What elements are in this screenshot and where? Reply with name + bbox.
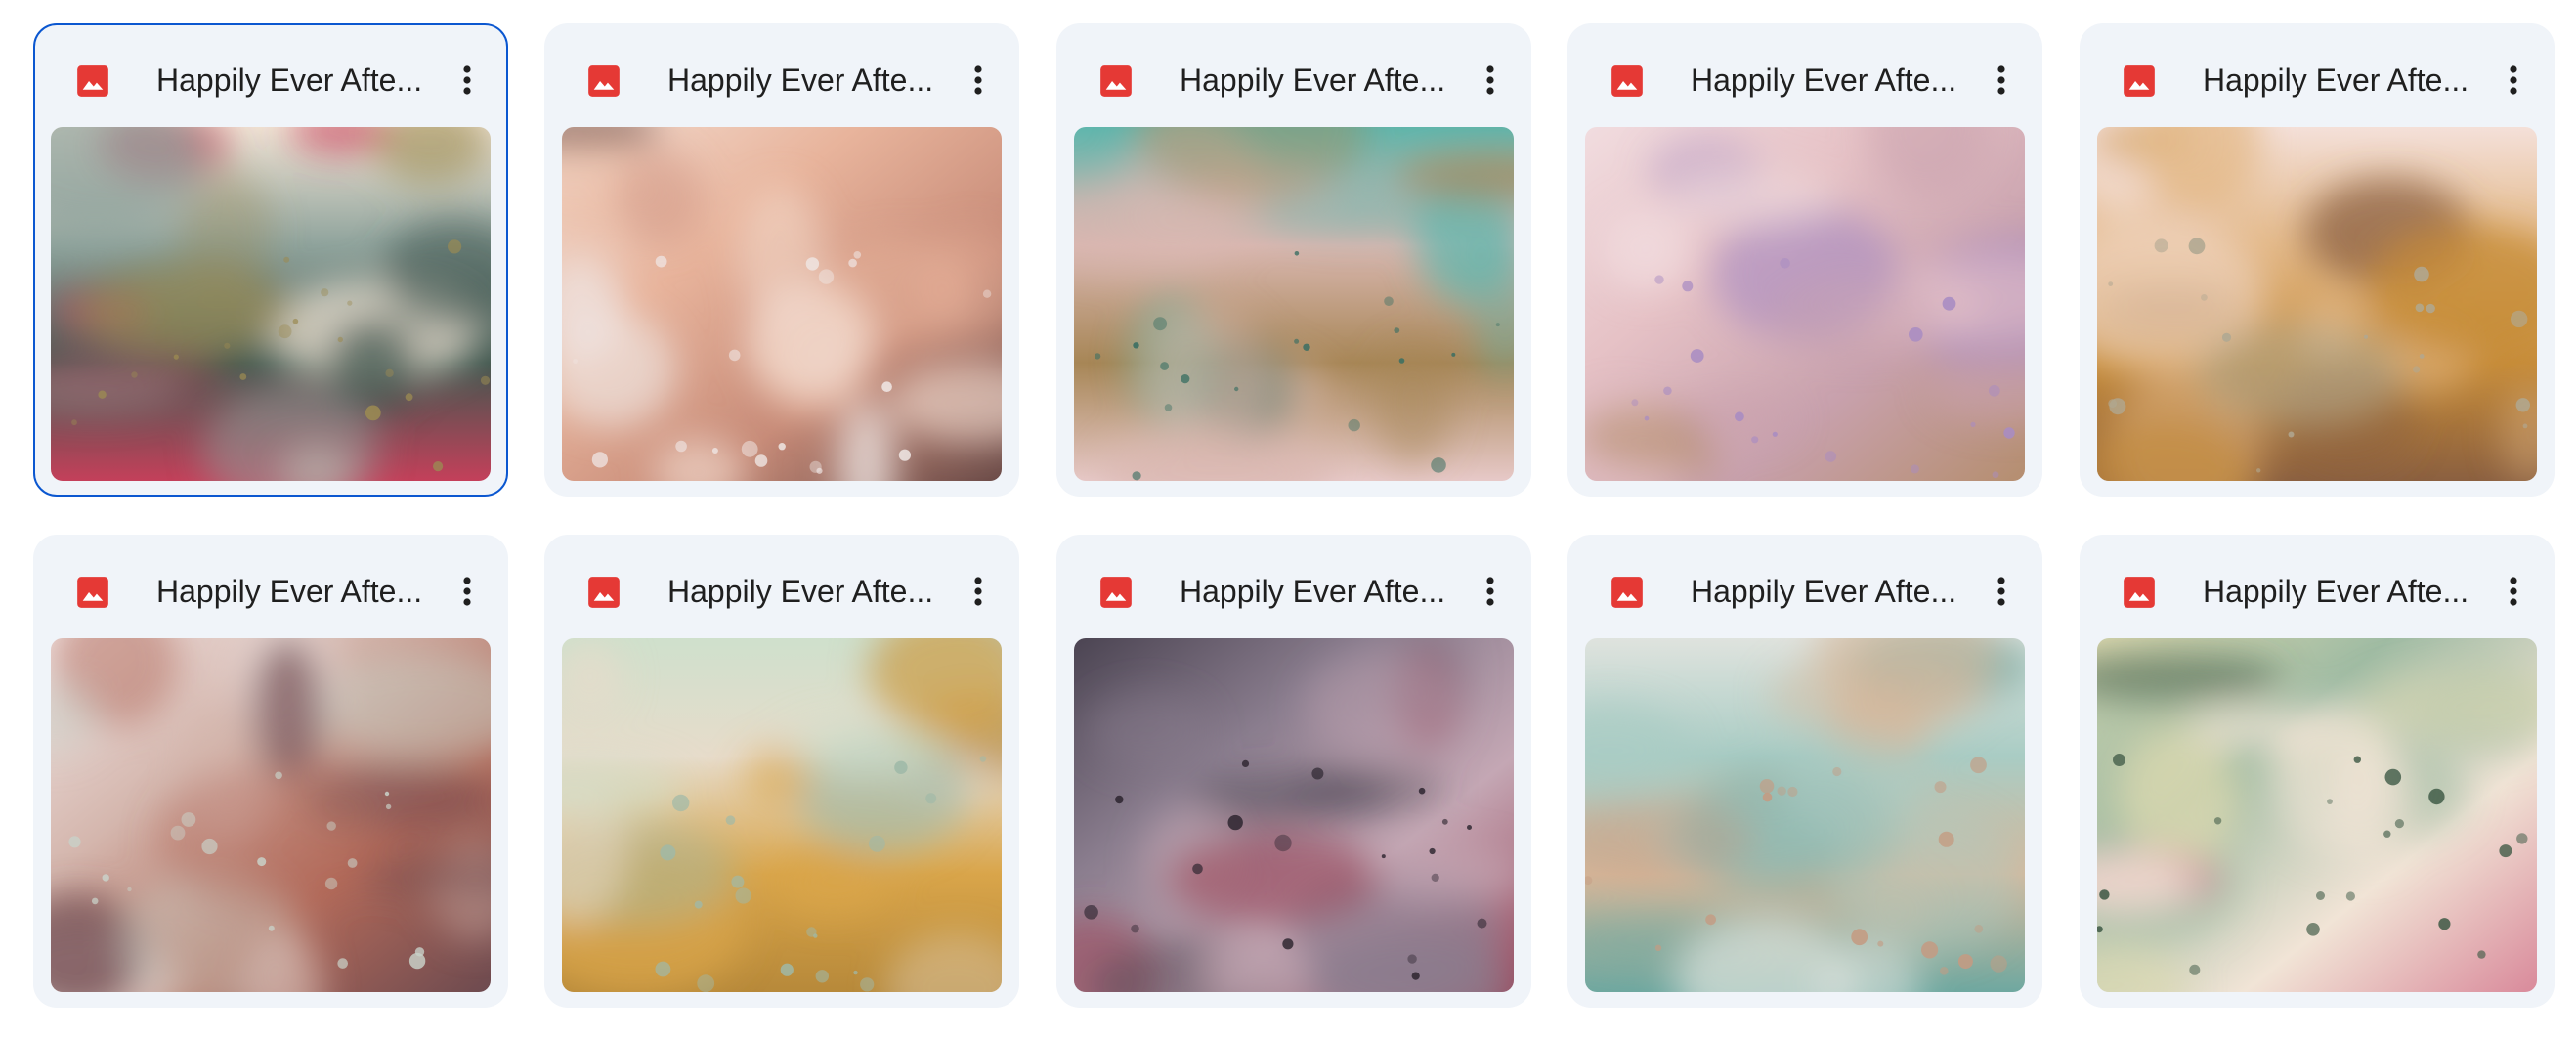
image-file-icon	[2121, 63, 2158, 100]
more-vert-icon	[2510, 577, 2517, 606]
file-name: Happily Ever Afte...	[667, 574, 931, 609]
file-name: Happily Ever Afte...	[2203, 574, 2467, 609]
file-card-header: Happily Ever Afte...	[2080, 23, 2555, 127]
more-options-button[interactable]	[1978, 57, 2025, 104]
thumbnail-image	[2097, 127, 2537, 481]
file-card-header: Happily Ever Afte...	[1567, 23, 2042, 127]
file-card[interactable]: Happily Ever Afte...	[2080, 23, 2555, 497]
image-file-icon	[2121, 574, 2158, 611]
file-card[interactable]: Happily Ever Afte...	[1056, 535, 1531, 1008]
file-card-header: Happily Ever Afte...	[33, 535, 508, 638]
more-options-button[interactable]	[444, 57, 491, 104]
more-vert-icon	[463, 577, 471, 606]
more-options-button[interactable]	[1467, 568, 1514, 615]
thumbnail-image	[1585, 127, 2025, 481]
more-vert-icon	[974, 65, 982, 95]
file-card[interactable]: Happily Ever Afte...	[1056, 23, 1531, 497]
file-name: Happily Ever Afte...	[156, 63, 420, 98]
file-thumbnail[interactable]	[51, 127, 491, 481]
image-file-icon	[74, 574, 111, 611]
file-name: Happily Ever Afte...	[2203, 63, 2467, 98]
thumbnail-image	[1585, 638, 2025, 992]
image-file-icon	[585, 63, 623, 100]
file-card[interactable]: Happily Ever Afte...	[544, 23, 1019, 497]
file-thumbnail[interactable]	[51, 638, 491, 992]
more-vert-icon	[1997, 577, 2005, 606]
file-thumbnail[interactable]	[2097, 638, 2537, 992]
file-thumbnail[interactable]	[1585, 127, 2025, 481]
more-options-button[interactable]	[2490, 568, 2537, 615]
file-card-header: Happily Ever Afte...	[1567, 535, 2042, 638]
thumbnail-image	[562, 638, 1002, 992]
file-card-header: Happily Ever Afte...	[35, 25, 506, 129]
more-vert-icon	[2510, 65, 2517, 95]
thumbnail-image	[51, 127, 491, 481]
more-vert-icon	[974, 577, 982, 606]
file-card[interactable]: Happily Ever Afte...	[544, 535, 1019, 1008]
file-thumbnail[interactable]	[2097, 127, 2537, 481]
file-name: Happily Ever Afte...	[1691, 574, 1954, 609]
image-file-icon	[1097, 63, 1135, 100]
more-options-button[interactable]	[955, 57, 1002, 104]
more-options-button[interactable]	[955, 568, 1002, 615]
image-file-icon	[1609, 574, 1646, 611]
more-vert-icon	[463, 65, 471, 95]
file-name: Happily Ever Afte...	[1180, 574, 1443, 609]
file-card[interactable]: Happily Ever Afte...	[1567, 23, 2042, 497]
image-file-icon	[585, 574, 623, 611]
file-thumbnail[interactable]	[562, 127, 1002, 481]
file-card-header: Happily Ever Afte...	[1056, 23, 1531, 127]
file-name: Happily Ever Afte...	[156, 574, 420, 609]
file-card-header: Happily Ever Afte...	[544, 535, 1019, 638]
file-card[interactable]: Happily Ever Afte...	[33, 23, 508, 497]
file-thumbnail[interactable]	[1585, 638, 2025, 992]
file-thumbnail[interactable]	[562, 638, 1002, 992]
more-options-button[interactable]	[1467, 57, 1514, 104]
image-file-icon	[1609, 63, 1646, 100]
more-vert-icon	[1486, 577, 1494, 606]
thumbnail-image	[1074, 638, 1514, 992]
file-card-header: Happily Ever Afte...	[544, 23, 1019, 127]
file-thumbnail[interactable]	[1074, 127, 1514, 481]
file-card[interactable]: Happily Ever Afte...	[1567, 535, 2042, 1008]
more-vert-icon	[1486, 65, 1494, 95]
more-options-button[interactable]	[444, 568, 491, 615]
thumbnail-image	[51, 638, 491, 992]
image-file-icon	[1097, 574, 1135, 611]
more-options-button[interactable]	[1978, 568, 2025, 615]
file-card-header: Happily Ever Afte...	[1056, 535, 1531, 638]
file-card[interactable]: Happily Ever Afte...	[2080, 535, 2555, 1008]
image-file-icon	[74, 63, 111, 100]
thumbnail-image	[562, 127, 1002, 481]
more-vert-icon	[1997, 65, 2005, 95]
thumbnail-image	[1074, 127, 1514, 481]
more-options-button[interactable]	[2490, 57, 2537, 104]
file-card-header: Happily Ever Afte...	[2080, 535, 2555, 638]
thumbnail-image	[2097, 638, 2537, 992]
file-grid: Happily Ever Afte... Happily Ever Afte...…	[0, 0, 2576, 1038]
file-thumbnail[interactable]	[1074, 638, 1514, 992]
file-card[interactable]: Happily Ever Afte...	[33, 535, 508, 1008]
file-name: Happily Ever Afte...	[1180, 63, 1443, 98]
file-name: Happily Ever Afte...	[667, 63, 931, 98]
file-name: Happily Ever Afte...	[1691, 63, 1954, 98]
